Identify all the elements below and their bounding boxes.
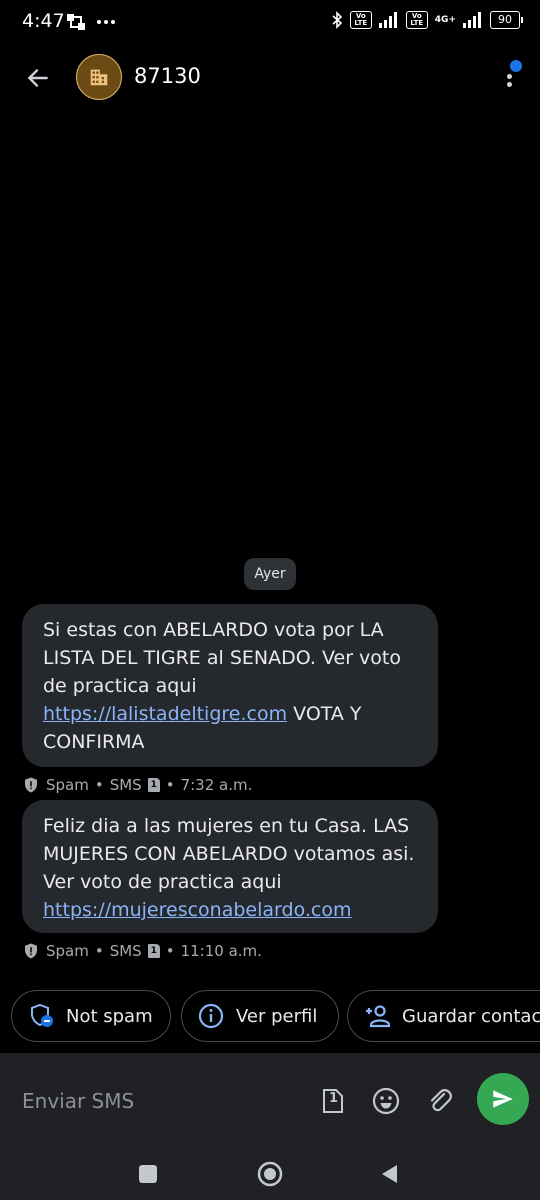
suggestion-chips: Not spam Ver perfil Guardar contacto (11, 990, 540, 1042)
info-icon (196, 1001, 226, 1031)
spam-label: Spam (46, 942, 89, 960)
message-bubble[interactable]: Feliz dia a las mujeres en tu Casa. LAS … (22, 800, 438, 933)
arrow-back-icon (27, 69, 48, 87)
contact-avatar[interactable] (76, 54, 122, 100)
emoji-button[interactable] (368, 1083, 404, 1119)
recents-button[interactable] (130, 1156, 166, 1192)
circle-icon (257, 1161, 283, 1187)
message-meta: Spam • SMS 1 • 11:10 a.m. (22, 940, 262, 962)
spam-shield-icon (25, 777, 37, 793)
message-meta: Spam • SMS 1 • 7:32 a.m. (22, 774, 252, 796)
save-contact-button[interactable]: Guardar contacto (347, 990, 540, 1042)
message-text: Si estas con ABELARDO vota por LA LISTA … (43, 619, 401, 697)
navigation-bar (0, 1150, 540, 1200)
message-link[interactable]: https://mujeresconabelardo.com (43, 899, 351, 921)
message-input[interactable] (22, 1089, 282, 1113)
triangle-back-icon (382, 1165, 397, 1183)
network-type: 4G+ (434, 14, 456, 25)
volte-icon-2: Vo LTE (405, 11, 428, 29)
sim-icon: 1 (147, 778, 160, 792)
conversation-header: 87130 (0, 44, 540, 110)
view-profile-label: Ver perfil (236, 1005, 318, 1027)
message-time: 11:10 a.m. (180, 942, 262, 960)
message-link[interactable]: https://lalistadeltigre.com (43, 703, 287, 725)
bluetooth-icon (332, 11, 342, 29)
sim-icon: 1 (147, 944, 160, 958)
not-spam-button[interactable]: Not spam (11, 990, 171, 1042)
save-contact-label: Guardar contacto (402, 1005, 540, 1027)
signal-icon (378, 12, 397, 28)
contact-name[interactable]: 87130 (134, 64, 201, 88)
back-nav-button[interactable] (372, 1156, 408, 1192)
sim-number: 1 (329, 1091, 339, 1106)
message-time: 7:32 a.m. (180, 776, 253, 794)
battery-icon: 90 (490, 11, 523, 29)
business-icon (90, 69, 108, 86)
view-profile-button[interactable]: Ver perfil (181, 990, 339, 1042)
attachment-icon (430, 1089, 452, 1112)
person-add-icon (362, 1001, 392, 1031)
more-options-button[interactable] (494, 60, 524, 96)
spam-label: Spam (46, 776, 89, 794)
emoji-icon (372, 1087, 400, 1115)
status-time: 4:47 (22, 10, 65, 32)
signal-icon-2 (463, 12, 481, 28)
send-icon (493, 1090, 513, 1108)
back-button[interactable] (18, 58, 58, 98)
compose-bar: 1 (0, 1053, 540, 1150)
shield-remove-icon (26, 1001, 56, 1031)
more-vert-icon (507, 74, 512, 79)
square-icon (139, 1165, 157, 1183)
notification-badge (510, 60, 522, 72)
channel-label: SMS (109, 942, 142, 960)
attach-button[interactable] (422, 1083, 458, 1119)
send-button[interactable] (477, 1073, 529, 1125)
not-spam-label: Not spam (66, 1005, 153, 1027)
date-separator: Ayer (244, 558, 296, 590)
home-button[interactable] (252, 1156, 288, 1192)
volte-icon: Vo LTE (349, 11, 372, 29)
spam-shield-icon (25, 943, 37, 959)
sim-select-button[interactable]: 1 (315, 1083, 351, 1119)
network-transfer-icon (67, 14, 85, 30)
more-notifications-icon (97, 20, 115, 24)
channel-label: SMS (109, 776, 142, 794)
message-text: Feliz dia a las mujeres en tu Casa. LAS … (43, 815, 415, 893)
message-bubble[interactable]: Si estas con ABELARDO vota por LA LISTA … (22, 604, 438, 767)
status-bar: 4:47 Vo LTE Vo LTE 4G+ 90 (0, 0, 540, 44)
